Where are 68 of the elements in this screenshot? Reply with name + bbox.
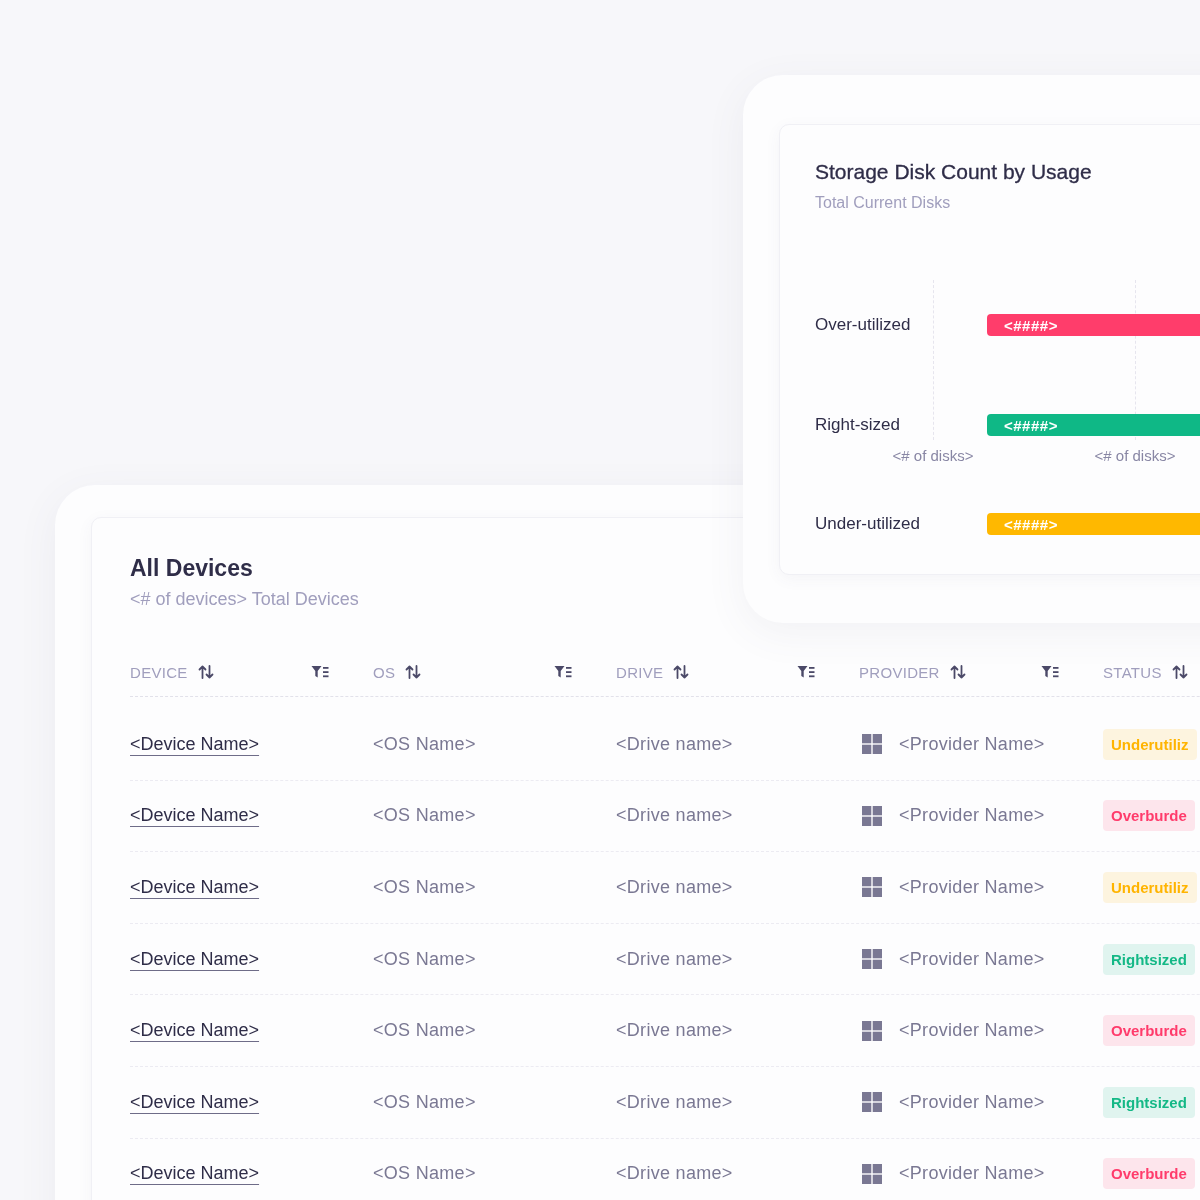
grid-squares-icon (862, 1163, 882, 1184)
sort-icon[interactable] (1171, 664, 1188, 680)
table-cell: <OS Name> (373, 1091, 476, 1113)
sort-icon[interactable] (197, 664, 214, 680)
device-link[interactable]: <Device Name> (130, 1091, 260, 1113)
table-cell: <Drive name> (616, 877, 733, 898)
table-cell: <OS Name> (373, 948, 476, 970)
panel-subtitle: <# of devices> Total Devices (130, 588, 360, 610)
table-cell: <Provider Name> (899, 1020, 1045, 1042)
table-cell: <Drive name> (616, 948, 733, 970)
status-badge: Overburde (1103, 1015, 1195, 1047)
filter-icon[interactable] (1041, 665, 1059, 679)
chart-title: Storage Disk Count by Usage (815, 159, 1093, 185)
bar-value-label: <####> (1004, 416, 1058, 434)
grid-squares-icon (862, 734, 882, 755)
table-cell: <Provider Name> (899, 733, 1045, 755)
status-badge: Rightsized (1103, 1086, 1195, 1118)
sort-icon[interactable] (949, 664, 966, 680)
table-cell: <Provider Name> (899, 1091, 1045, 1113)
table-cell: <Provider Name> (899, 877, 1045, 898)
status-badge: Overburde (1103, 800, 1195, 832)
category-label: Right-sized (815, 414, 902, 436)
column-header: DEVICE (130, 663, 188, 681)
table-cell: <Provider Name> (899, 1163, 1045, 1185)
status-badge: Underutiliz (1103, 728, 1197, 760)
status-badge: Overburde (1103, 1158, 1195, 1190)
category-label: Under-utilized (815, 513, 921, 535)
table-cell: <Drive name> (616, 1163, 733, 1185)
grid-squares-icon (862, 877, 882, 898)
axis-tick-label: <# of disks> (1093, 446, 1177, 464)
table-cell: <Provider Name> (899, 805, 1045, 827)
grid-squares-icon (862, 1020, 882, 1041)
chart-subtitle: Total Current Disks (815, 193, 952, 213)
device-link[interactable]: <Device Name> (130, 1020, 260, 1042)
category-label: Over-utilized (815, 314, 912, 336)
device-link[interactable]: <Device Name> (130, 948, 260, 970)
table-cell: <Drive name> (616, 733, 733, 755)
column-header: STATUS (1103, 663, 1162, 681)
table-cell: <Drive name> (616, 1091, 733, 1113)
table-cell: <Drive name> (616, 1020, 733, 1042)
table-cell: <Drive name> (616, 805, 733, 827)
device-link[interactable]: <Device Name> (130, 805, 260, 827)
device-link[interactable]: <Device Name> (130, 877, 260, 898)
filter-icon[interactable] (797, 665, 815, 679)
column-header: OS (373, 663, 396, 681)
device-link[interactable]: <Device Name> (130, 1163, 260, 1185)
filter-icon[interactable] (311, 665, 329, 679)
table-cell: <OS Name> (373, 733, 476, 755)
bar-value-label: <####> (1004, 515, 1058, 533)
table-cell: <Provider Name> (899, 948, 1045, 970)
sort-icon[interactable] (673, 664, 690, 680)
table-cell: <OS Name> (373, 1020, 476, 1042)
column-header: DRIVE (616, 663, 664, 681)
grid-squares-icon (862, 1092, 882, 1113)
column-header: PROVIDER (859, 663, 940, 681)
table-cell: <OS Name> (373, 1163, 476, 1185)
axis-tick-label: <# of disks> (891, 446, 975, 464)
bar-value-label: <####> (1004, 316, 1058, 334)
grid-squares-icon (862, 805, 882, 826)
status-badge: Underutiliz (1103, 872, 1197, 903)
table-cell: <OS Name> (373, 805, 476, 827)
panel-title: All Devices (130, 554, 254, 582)
filter-icon[interactable] (554, 665, 572, 679)
sort-icon[interactable] (405, 664, 422, 680)
table-cell: <OS Name> (373, 877, 476, 898)
grid-squares-icon (862, 949, 882, 970)
device-link[interactable]: <Device Name> (130, 733, 260, 755)
status-badge: Rightsized (1103, 943, 1195, 975)
